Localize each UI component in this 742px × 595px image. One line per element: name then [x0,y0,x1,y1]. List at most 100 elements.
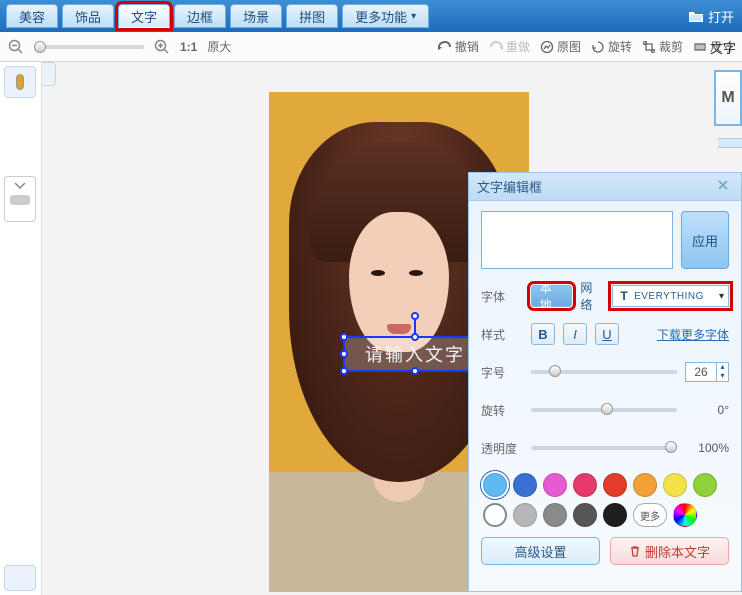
open-label: 打开 [708,7,734,26]
font-source-local[interactable]: 本地 [531,285,573,307]
size-value: 26 [686,365,716,379]
text-edit-panel: 文字编辑框 应用 字体 本地 网络 T EVERYTHING ▾ [468,172,742,592]
font-source-network[interactable]: 网络 [580,285,604,307]
size-slider[interactable] [531,370,677,374]
main-area: 请输入文字 M 文字编辑框 [0,62,742,595]
italic-glyph: I [573,327,577,342]
zoom-slider-knob[interactable] [34,41,46,53]
bold-glyph: B [538,327,547,342]
size-spinner[interactable]: 26 ▴▾ [685,362,729,382]
original-image-label: 原图 [557,38,581,55]
photo-mouth [387,324,411,334]
close-icon [717,179,729,191]
color-swatch[interactable] [543,503,567,527]
tab-more[interactable]: 更多功能 ▾ [342,4,429,28]
collapse-icon [13,181,27,191]
size-label: 字号 [481,364,523,381]
text-input[interactable] [481,211,673,269]
bold-button[interactable]: B [531,323,555,345]
undo-icon [438,40,452,54]
underline-glyph: U [602,327,611,342]
color-swatch[interactable] [603,503,627,527]
tab-border[interactable]: 边框 [174,4,226,28]
rotate-label: 旋转 [481,402,523,419]
color-swatch[interactable] [663,473,687,497]
tab-beauty[interactable]: 美容 [6,4,58,28]
delete-text-button[interactable]: 删除本文字 [610,537,729,565]
preview-letter: M [721,89,734,107]
zoom-out-icon[interactable] [8,39,24,55]
resize-handle-tl[interactable] [340,333,348,341]
crop-button[interactable]: 裁剪 [642,38,683,55]
color-swatch[interactable] [513,473,537,497]
photo-eye-right [409,270,423,276]
redo-icon [489,40,503,54]
rotate-slider-knob[interactable] [601,403,613,415]
size-down[interactable]: ▾ [716,372,728,381]
style-label: 样式 [481,326,523,343]
opacity-value: 100% [685,441,729,455]
zoom-slider[interactable] [34,45,144,49]
color-swatch[interactable] [543,473,567,497]
style-preview-tile[interactable]: M [714,70,742,126]
rotate-line [414,318,416,334]
color-swatch[interactable] [573,473,597,497]
color-swatch-white[interactable] [483,503,507,527]
size-slider-knob[interactable] [549,365,561,377]
rotate-slider[interactable] [531,408,677,412]
rotate-icon [591,40,605,54]
color-swatch[interactable] [513,503,537,527]
resize-handle-bm[interactable] [411,367,419,375]
resize-handle-ml[interactable] [340,350,348,358]
italic-button[interactable]: I [563,323,587,345]
left-thumbnail-panel [0,62,42,595]
crop-icon [642,40,656,54]
color-swatch[interactable] [633,473,657,497]
font-name: EVERYTHING [634,291,719,302]
tab-scene[interactable]: 场景 [230,4,282,28]
resize-handle-tm[interactable] [411,333,419,341]
tab-deco[interactable]: 饰品 [62,4,114,28]
color-swatch[interactable] [693,473,717,497]
color-swatch[interactable] [573,503,597,527]
photo-eye-left [371,270,385,276]
original-image-button[interactable]: 原图 [540,38,581,55]
layer-thumb-2[interactable] [4,176,36,222]
canvas-text-placeholder: 请输入文字 [365,341,465,367]
font-t-icon: T [617,289,631,303]
layer-thumb-3[interactable] [4,565,36,591]
redo-label: 重做 [506,38,530,55]
right-section-label: 文字 [710,38,736,57]
canvas-text-box[interactable]: 请输入文字 [343,336,487,372]
underline-button[interactable]: U [595,323,619,345]
font-dropdown[interactable]: T EVERYTHING ▾ [612,285,729,307]
style-preview-strip[interactable] [718,138,742,148]
undo-button[interactable]: 撤销 [438,38,479,55]
open-file-button[interactable]: 打开 [688,0,734,32]
zoom-ratio: 1:1 [180,40,197,54]
rotate-button[interactable]: 旋转 [591,38,632,55]
zoom-original-size[interactable]: 原大 [207,38,231,55]
color-swatch[interactable] [483,473,507,497]
apply-button[interactable]: 应用 [681,211,729,269]
tab-collage[interactable]: 拼图 [286,4,338,28]
opacity-slider-knob[interactable] [665,441,677,453]
delete-text-label: 删除本文字 [645,542,710,561]
panel-expand-handle[interactable] [42,62,56,86]
chevron-down-icon: ▾ [719,291,724,302]
zoom-in-icon[interactable] [154,39,170,55]
panel-header[interactable]: 文字编辑框 [469,173,741,201]
layer-thumb-1[interactable] [4,66,36,98]
opacity-slider[interactable] [531,446,677,450]
dimensions-icon [693,40,707,54]
trash-icon [629,545,641,557]
tab-text[interactable]: 文字 [118,4,170,28]
advanced-settings-button[interactable]: 高级设置 [481,537,600,565]
color-swatch[interactable] [603,473,627,497]
download-fonts-link[interactable]: 下载更多字体 [657,326,729,343]
more-colors-button[interactable]: 更多 [633,503,667,527]
color-picker-button[interactable] [673,503,697,527]
rotate-handle[interactable] [411,312,419,320]
panel-close-button[interactable] [717,179,733,195]
resize-handle-bl[interactable] [340,367,348,375]
